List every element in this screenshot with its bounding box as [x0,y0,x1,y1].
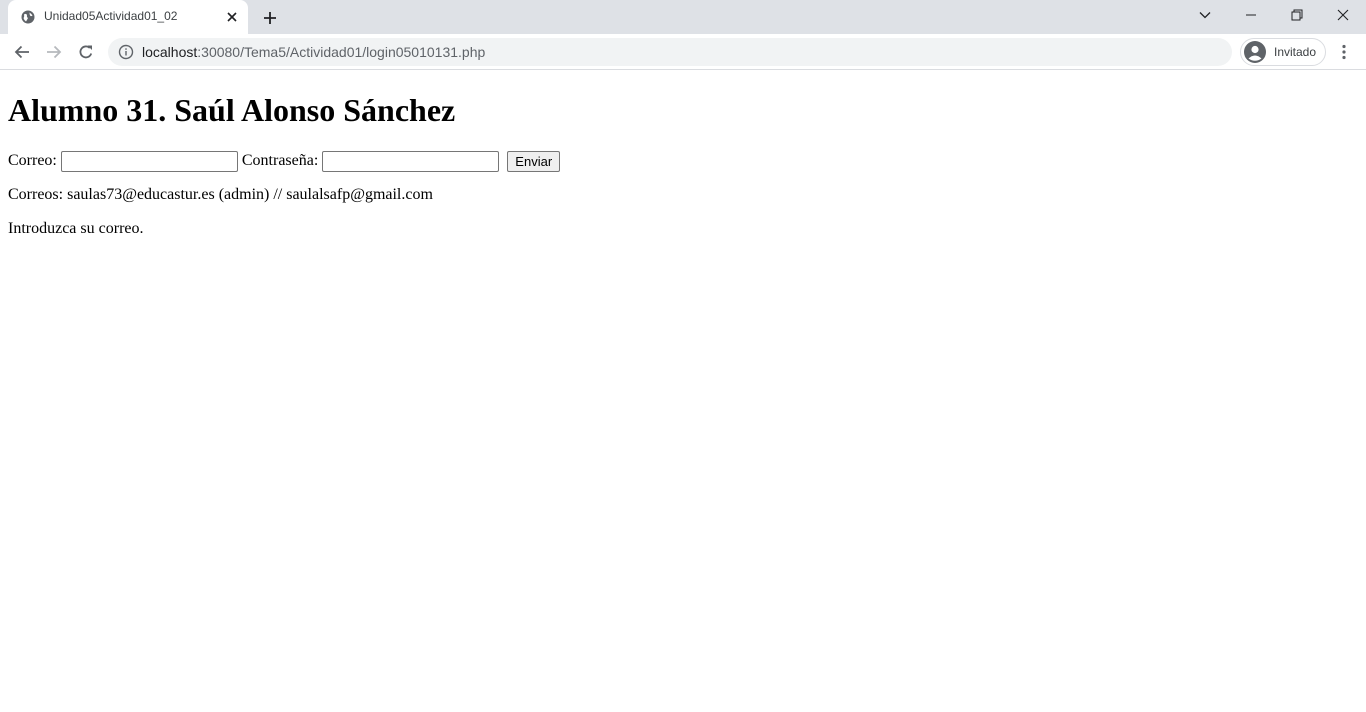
email-label: Correo: [8,152,57,169]
address-bar[interactable]: localhost:30080/Tema5/Actividad01/login0… [108,38,1232,66]
forward-button[interactable] [40,38,68,66]
arrow-right-icon [47,45,62,59]
password-field[interactable] [322,150,500,172]
browser-menu-button[interactable] [1332,38,1356,66]
globe-icon [21,10,35,24]
restore-button[interactable] [1274,0,1320,30]
close-window-button[interactable] [1320,0,1366,30]
plus-icon [264,12,276,24]
browser-toolbar: localhost:30080/Tema5/Actividad01/login0… [0,34,1366,70]
minimize-icon [1246,14,1256,16]
url-text[interactable]: localhost:30080/Tema5/Actividad01/login0… [142,44,485,60]
tab-strip: Unidad05Actividad01_02 [0,0,1366,34]
url-path: :30080/Tema5/Actividad01/login05010131.p… [197,44,486,60]
submit-button[interactable]: Enviar [507,150,561,172]
url-host: localhost [142,44,198,60]
emails-info: Correos: saulas73@educastur.es (admin) /… [8,186,433,203]
status-message: Introduzca su correo. [8,220,144,237]
minimize-button[interactable] [1228,0,1274,30]
page-title: Alumno 31. Saúl Alonso Sánchez [8,92,456,128]
restore-icon [1291,9,1303,21]
tab-search-button[interactable] [1182,0,1228,30]
email-field[interactable] [60,150,238,172]
chevron-down-icon [1199,12,1211,19]
tab-title: Unidad05Actividad01_02 [44,9,178,23]
close-icon [1337,9,1349,21]
back-button[interactable] [8,38,36,66]
info-icon[interactable] [118,44,134,60]
browser-tab[interactable]: Unidad05Actividad01_02 [8,0,248,34]
arrow-left-icon [14,45,29,59]
login-form: Correo: Contraseña: Enviar [8,150,1358,172]
profile-button[interactable]: Invitado [1240,38,1326,66]
tab-close-icon[interactable] [224,9,240,25]
password-label: Contraseña: [241,152,319,169]
page-content: Alumno 31. Saúl Alonso Sánchez Correo: C… [0,71,1366,712]
new-tab-button[interactable] [258,6,282,30]
reload-icon [79,45,93,59]
profile-label: Invitado [1274,45,1317,59]
avatar-icon [1243,40,1267,64]
reload-button[interactable] [72,38,100,66]
kebab-menu-icon [1342,44,1346,60]
